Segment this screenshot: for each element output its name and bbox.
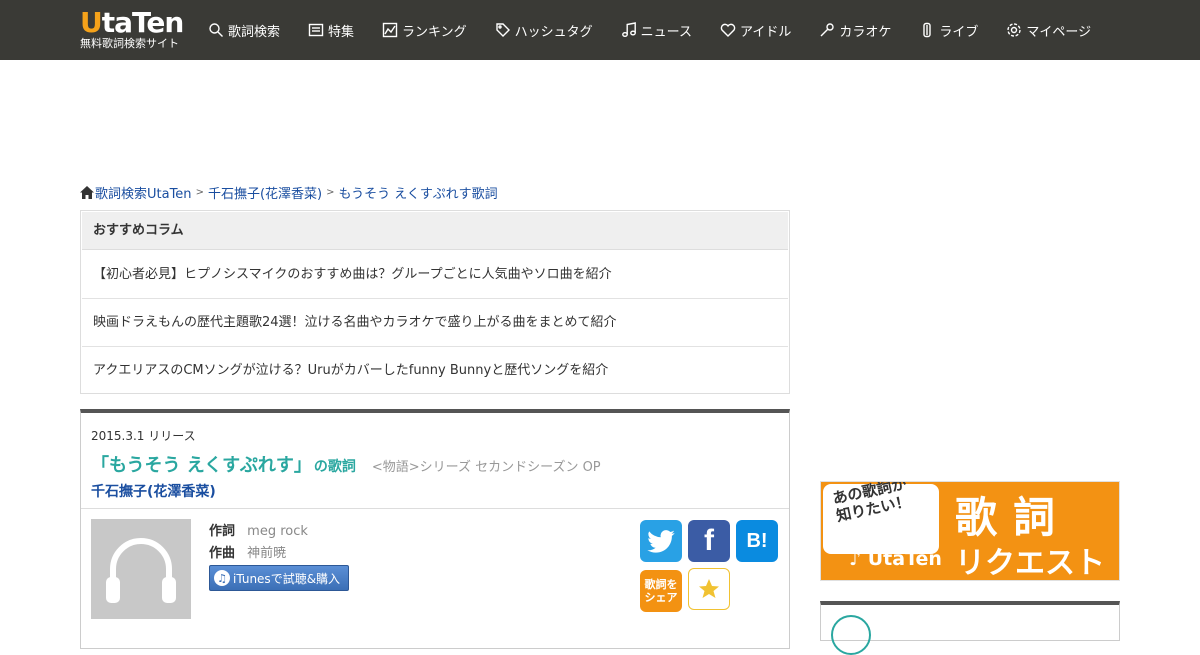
microphone-icon	[820, 23, 835, 37]
logo-wordmark: UtaTen	[80, 6, 184, 39]
artist-link[interactable]: 千石撫子(花澤香菜)	[91, 481, 216, 501]
album-jacket-placeholder	[91, 519, 191, 619]
star-icon	[699, 579, 719, 598]
hatena-bookmark-button[interactable]: B!	[736, 520, 778, 562]
breadcrumb-artist-link[interactable]: 千石撫子(花澤香菜)	[208, 183, 322, 202]
main-nav: 歌詞検索 特集 ランキング ハッシュタグ ニュース アイドル カラオケ ライブ	[208, 0, 1119, 60]
breadcrumb-separator: >	[326, 187, 335, 198]
release-date: 2015.3.1 リリース	[91, 429, 196, 443]
bubble-text: あの歌詞が 知りたい！	[831, 481, 912, 526]
twitter-bird-icon	[647, 530, 675, 553]
song-title-row: 「もうそう えくすぷれす」 の歌詞 <物語>シリーズ セカンドシーズン OP	[91, 451, 601, 477]
nav-feature[interactable]: 特集	[308, 21, 354, 40]
facebook-share-button[interactable]: f	[688, 520, 730, 562]
nav-karaoke[interactable]: カラオケ	[819, 21, 891, 40]
search-icon	[209, 23, 223, 37]
nav-idol[interactable]: アイドル	[720, 21, 791, 40]
credits: 作詞 meg rock 作曲 神前暁	[209, 521, 308, 565]
nav-ranking[interactable]: ランキング	[382, 21, 467, 40]
feature-icon	[308, 23, 324, 37]
twitter-share-button[interactable]	[640, 520, 682, 562]
lyricist-row: 作詞 meg rock	[209, 521, 308, 543]
site-logo[interactable]: UtaTen 無料歌詞検索サイト	[80, 8, 184, 52]
tag-icon	[495, 23, 510, 37]
lyricist-name: meg rock	[247, 524, 308, 539]
breadcrumb-separator: >	[195, 187, 204, 198]
nav-hashtag[interactable]: ハッシュタグ	[495, 21, 593, 40]
lyricist-label: 作詞	[209, 524, 236, 539]
column-heading: おすすめコラム	[82, 212, 788, 250]
headphones-icon	[106, 538, 176, 603]
logo-tagline: 無料歌詞検索サイト	[80, 37, 179, 50]
column-link[interactable]: アクエリアスのCMソングが泣ける？Uruがカバーしたfunny Bunnyと歴代…	[82, 347, 788, 395]
banner-logo: ♪ UtaTen	[849, 548, 942, 570]
nav-lyrics-search[interactable]: 歌詞検索	[208, 21, 280, 40]
guitar-icon	[923, 22, 932, 38]
composer-name: 神前暁	[247, 546, 287, 561]
column-link[interactable]: 【初心者必見】ヒプノシスマイクのおすすめ曲は？グループごとに人気曲やソロ曲を紹介	[82, 251, 788, 299]
speech-bubble: あの歌詞が 知りたい！	[823, 481, 939, 554]
breadcrumb-current[interactable]: もうそう えくすぷれす歌詞	[339, 183, 498, 202]
composer-label: 作曲	[209, 546, 236, 561]
banner-heading: 歌詞	[955, 493, 1072, 542]
column-link[interactable]: 映画ドラえもんの歴代主題歌24選！泣ける名曲やカラオケで盛り上がる曲をまとめて紹…	[82, 299, 788, 347]
favorite-button[interactable]	[688, 568, 730, 610]
itunes-button[interactable]: ♫ iTunesで試聴&購入	[209, 565, 349, 591]
lyrics-share-label: 歌詞を シェア	[644, 578, 678, 604]
lyrics-request-banner[interactable]: あの歌詞が 知りたい！ ♪ UtaTen 歌詞 リクエスト	[820, 481, 1120, 581]
song-info-box: 2015.3.1 リリース 「もうそう えくすぷれす」 の歌詞 <物語>シリーズ…	[80, 409, 790, 649]
composer-row: 作曲 神前暁	[209, 543, 308, 565]
nav-live[interactable]: ライブ	[919, 21, 978, 40]
sidebar-box	[820, 601, 1120, 655]
banner-subheading: リクエスト	[955, 546, 1105, 581]
ranking-icon	[382, 22, 398, 38]
tie-in-label: <物語>シリーズ セカンドシーズン OP	[371, 460, 601, 475]
home-icon[interactable]	[80, 186, 94, 199]
breadcrumb: 歌詞検索UtaTen > 千石撫子(花澤香菜) > もうそう えくすぷれす歌詞	[80, 183, 498, 202]
gear-icon	[1007, 23, 1022, 37]
heart-icon	[720, 23, 736, 37]
music-note-icon	[621, 22, 636, 37]
lyrics-share-button[interactable]: 歌詞を シェア	[640, 570, 682, 612]
recommended-column-box: おすすめコラム 【初心者必見】ヒプノシスマイクのおすすめ曲は？グループごとに人気…	[80, 210, 790, 394]
divider	[81, 508, 789, 509]
song-title-suffix: の歌詞	[313, 459, 356, 475]
nav-news[interactable]: ニュース	[621, 21, 692, 40]
song-title: 「もうそう えくすぷれす」	[91, 455, 312, 476]
breadcrumb-home-link[interactable]: 歌詞検索UtaTen	[95, 183, 192, 202]
site-header: UtaTen 無料歌詞検索サイト 歌詞検索 特集 ランキング ハッシュタグ ニュ…	[0, 0, 1200, 60]
itunes-icon: ♫	[214, 570, 230, 586]
nav-mypage[interactable]: マイページ	[1006, 21, 1091, 40]
sidebar-box-icon	[831, 615, 871, 655]
